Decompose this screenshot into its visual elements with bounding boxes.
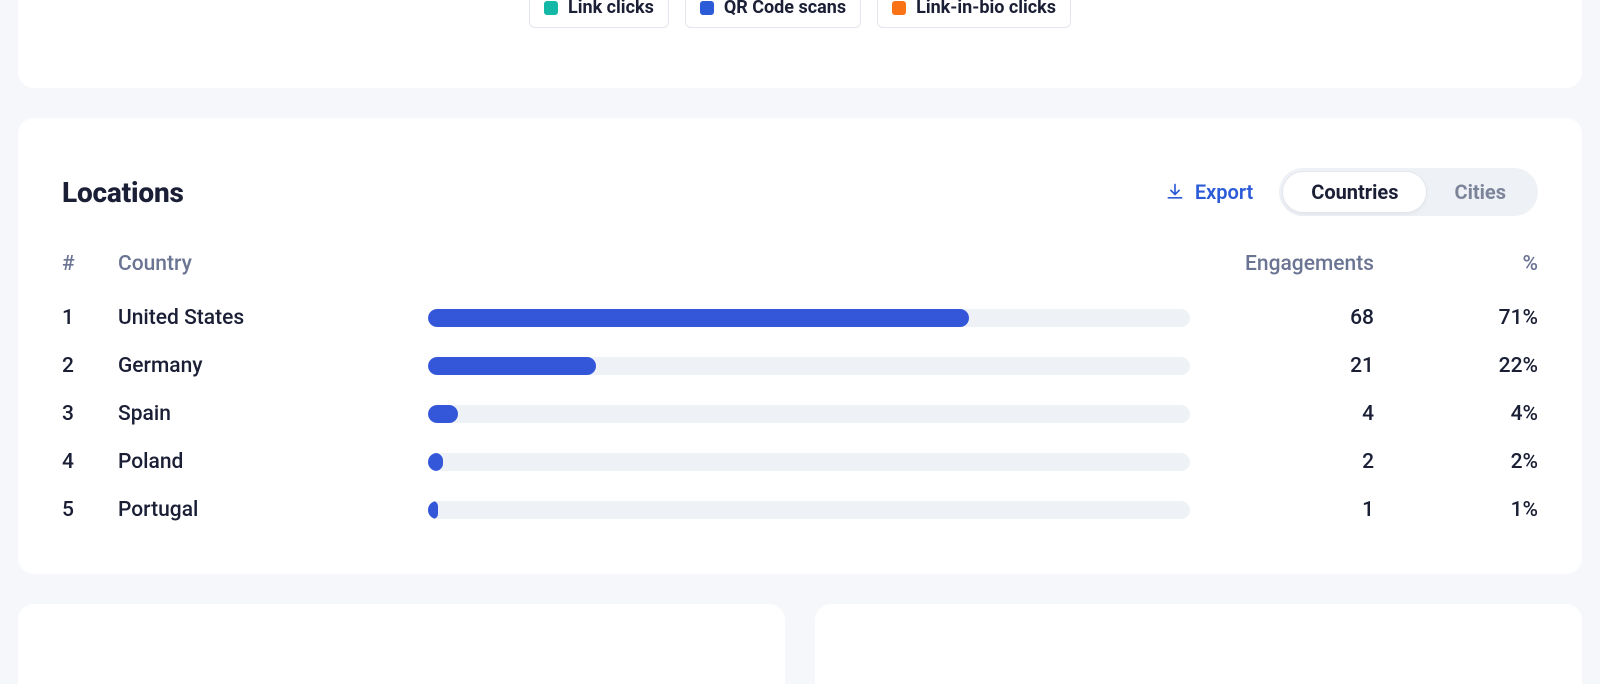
bar-track	[428, 309, 1190, 327]
legend-item-link-clicks[interactable]: Link clicks	[529, 0, 669, 28]
cell-country: United States	[118, 306, 428, 330]
cell-percent: 2%	[1374, 450, 1538, 474]
tab-cities[interactable]: Cities	[1426, 172, 1534, 212]
cell-engagements: 21	[1194, 354, 1374, 378]
square-swatch-icon	[892, 1, 906, 15]
legend-item-qr-code-scans[interactable]: QR Code scans	[685, 0, 861, 28]
bar-track	[428, 501, 1190, 519]
cell-percent: 22%	[1374, 354, 1538, 378]
locations-table: # Country Engagements % 1United States68…	[62, 252, 1538, 534]
export-label: Export	[1195, 180, 1253, 204]
bottom-right-card-fragment	[815, 604, 1582, 684]
cell-country: Germany	[118, 354, 428, 378]
bar-track	[428, 453, 1190, 471]
bottom-left-card-fragment	[18, 604, 785, 684]
cell-rank: 4	[62, 450, 118, 474]
legend-label: QR Code scans	[724, 0, 846, 17]
export-button[interactable]: Export	[1165, 180, 1253, 204]
cell-country: Poland	[118, 450, 428, 474]
bar-fill	[428, 453, 443, 471]
engagement-chart-card-fragment: Link clicks QR Code scans Link-in-bio cl…	[18, 0, 1582, 88]
legend-label: Link clicks	[568, 0, 654, 17]
square-swatch-icon	[544, 1, 558, 15]
col-country: Country	[118, 252, 428, 276]
bar-fill	[428, 501, 438, 519]
cell-country: Portugal	[118, 498, 428, 522]
download-icon	[1165, 182, 1185, 202]
cell-engagements: 4	[1194, 402, 1374, 426]
legend-label: Link-in-bio clicks	[916, 0, 1056, 17]
locations-table-header: # Country Engagements %	[62, 252, 1538, 294]
cell-engagements: 2	[1194, 450, 1374, 474]
cell-rank: 2	[62, 354, 118, 378]
cell-engagements: 68	[1194, 306, 1374, 330]
cell-percent: 1%	[1374, 498, 1538, 522]
legend-item-link-in-bio-clicks[interactable]: Link-in-bio clicks	[877, 0, 1071, 28]
locations-title: Locations	[62, 176, 184, 209]
table-row: 5Portugal 11%	[62, 486, 1538, 534]
bar-fill	[428, 357, 596, 375]
bar-fill	[428, 405, 458, 423]
cell-percent: 4%	[1374, 402, 1538, 426]
bar-track	[428, 405, 1190, 423]
table-row: 3Spain 44%	[62, 390, 1538, 438]
table-row: 2Germany 2122%	[62, 342, 1538, 390]
cell-rank: 1	[62, 306, 118, 330]
bar-track	[428, 357, 1190, 375]
table-row: 4Poland 22%	[62, 438, 1538, 486]
locations-controls: Export Countries Cities	[1165, 168, 1538, 216]
col-engagements: Engagements	[1194, 252, 1374, 276]
cell-percent: 71%	[1374, 306, 1538, 330]
chart-legend: Link clicks QR Code scans Link-in-bio cl…	[529, 0, 1071, 28]
col-percent: %	[1374, 252, 1538, 276]
bar-fill	[428, 309, 969, 327]
bottom-cards-row	[18, 604, 1582, 684]
tab-countries[interactable]: Countries	[1283, 172, 1426, 212]
locations-header: Locations Export Countries Cities	[62, 168, 1538, 216]
cell-engagements: 1	[1194, 498, 1374, 522]
cell-rank: 3	[62, 402, 118, 426]
col-rank: #	[62, 252, 118, 276]
table-row: 1United States 6871%	[62, 294, 1538, 342]
locations-card: Locations Export Countries Cities # Coun…	[18, 118, 1582, 574]
square-swatch-icon	[700, 1, 714, 15]
cell-country: Spain	[118, 402, 428, 426]
locations-tab-switch: Countries Cities	[1279, 168, 1538, 216]
cell-rank: 5	[62, 498, 118, 522]
